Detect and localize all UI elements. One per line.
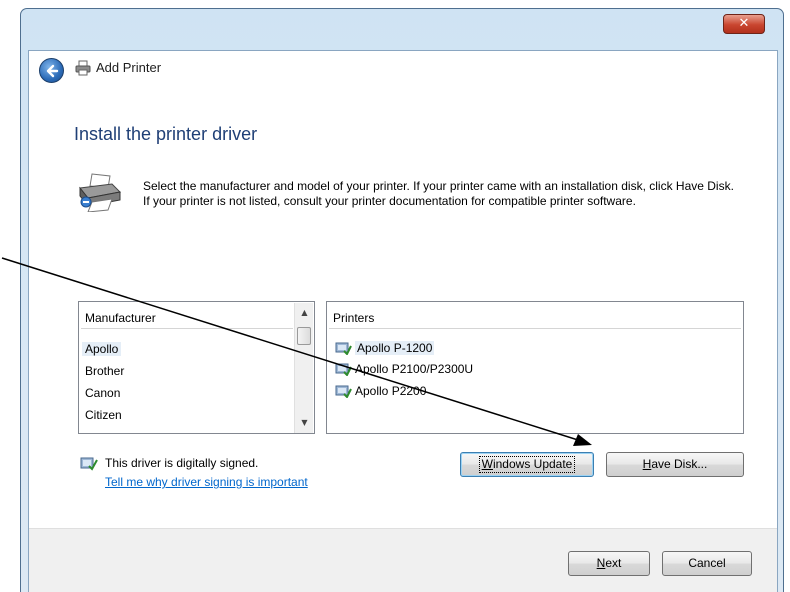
instructions-text: Select the manufacturer and model of you… (143, 179, 734, 208)
driver-signing-link[interactable]: Tell me why driver signing is important (105, 475, 308, 489)
printers-list[interactable]: Printers Apollo P-1200 Apollo P2100/P230… (326, 301, 744, 434)
manufacturer-scrollbar[interactable]: ▲ ▼ (294, 303, 313, 433)
close-icon: ✕ (738, 16, 750, 31)
driver-icon (335, 363, 352, 376)
window-title: Add Printer (96, 60, 162, 75)
scroll-thumb[interactable] (297, 327, 311, 345)
printer-icon (75, 60, 91, 76)
printers-column-header: Printers (333, 311, 375, 325)
signing-status: This driver is digitally signed. (105, 456, 259, 470)
driver-icon (335, 342, 352, 355)
list-item[interactable]: Citizen (85, 408, 122, 422)
next-button[interactable]: Next (568, 551, 650, 576)
have-disk-button[interactable]: Have Disk... (606, 452, 744, 477)
driver-icon (335, 385, 352, 398)
page-title: Install the printer driver (74, 124, 258, 144)
list-item[interactable]: Apollo P2200 (335, 382, 426, 399)
scroll-down-arrow-icon[interactable]: ▼ (297, 416, 312, 430)
close-button[interactable]: ✕ (723, 14, 765, 34)
scroll-up-arrow-icon[interactable]: ▲ (297, 306, 312, 320)
list-item[interactable]: Canon (85, 386, 120, 400)
list-item[interactable]: Apollo P2100/P2300U (335, 360, 473, 377)
list-item[interactable]: Apollo (82, 342, 122, 356)
printer-name: Apollo P2200 (355, 383, 427, 398)
printer-setup-icon (79, 173, 122, 212)
driver-icon (80, 457, 98, 471)
back-button[interactable] (39, 58, 64, 83)
back-arrow-icon (46, 64, 59, 78)
windows-update-button[interactable]: Windows Update (460, 452, 594, 477)
printer-name: Apollo P-1200 (355, 340, 435, 355)
list-item[interactable]: Brother (85, 364, 124, 378)
header-divider (81, 328, 293, 329)
focus-rect: Windows Update (478, 456, 576, 473)
header-divider (329, 328, 741, 329)
manufacturer-column-header: Manufacturer (85, 311, 156, 325)
manufacturer-list[interactable]: Manufacturer Apollo Brother Canon Citize… (78, 301, 315, 434)
cancel-button[interactable]: Cancel (662, 551, 752, 576)
list-item[interactable]: Apollo P-1200 (335, 339, 435, 356)
printer-name: Apollo P2100/P2300U (355, 361, 474, 376)
